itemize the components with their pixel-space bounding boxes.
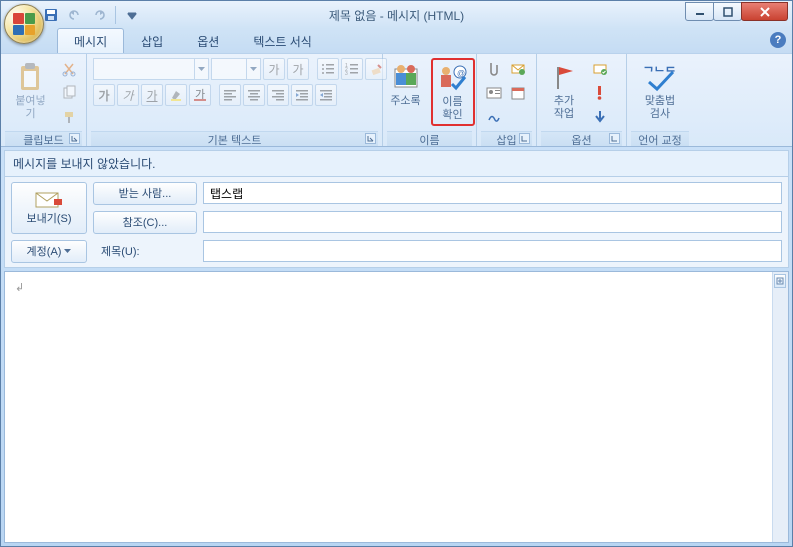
bold-button[interactable]: 가 <box>93 84 115 106</box>
message-window: 제목 없음 - 메시지 (HTML) 메시지 삽입 옵션 텍스트 서식 ? 붙여… <box>0 0 793 547</box>
group-basic-text: 가 가 123 가 가 가 가 <box>87 54 383 146</box>
tab-message[interactable]: 메시지 <box>57 28 124 53</box>
flag-icon <box>548 61 580 93</box>
group-label-include: 삽입 <box>481 131 532 146</box>
spelling-button[interactable]: ᄀᄂᄃ 맞춤법 검사 <box>639 58 681 124</box>
group-label-basic-text: 기본 텍스트 <box>91 131 378 146</box>
office-button[interactable] <box>4 4 44 44</box>
shrink-font-button[interactable]: 가 <box>287 58 309 80</box>
options-launcher[interactable] <box>609 133 620 144</box>
font-family-combo[interactable] <box>93 58 209 80</box>
group-clipboard: 붙여넣기 클립보드 <box>1 54 87 146</box>
subject-label: 제목(U): <box>93 243 197 259</box>
group-label-clipboard: 클립보드 <box>5 131 82 146</box>
basictext-launcher[interactable] <box>365 133 376 144</box>
close-button[interactable] <box>741 2 788 21</box>
message-header: 보내기(S) 받는 사람... 참조(C)... 계정(A) 제목(U): <box>4 177 789 268</box>
check-names-icon: @ <box>437 62 469 94</box>
titlebar: 제목 없음 - 메시지 (HTML) <box>1 1 792 29</box>
attach-file-button[interactable] <box>483 58 505 80</box>
check-names-button[interactable]: @ 이름 확인 <box>431 58 475 126</box>
underline-button[interactable]: 가 <box>141 84 163 106</box>
numbering-button[interactable]: 123 <box>341 58 363 80</box>
ribbon: 붙여넣기 클립보드 가 가 123 <box>1 53 792 147</box>
address-book-button[interactable]: 주소록 <box>385 58 427 111</box>
address-book-icon <box>390 61 422 93</box>
subject-field[interactable] <box>203 240 782 262</box>
spelling-icon: ᄀᄂᄃ <box>644 61 676 93</box>
align-right-button[interactable] <box>267 84 289 106</box>
align-center-button[interactable] <box>243 84 265 106</box>
ribbon-tabs: 메시지 삽입 옵션 텍스트 서식 ? <box>1 29 792 53</box>
align-left-button[interactable] <box>219 84 241 106</box>
qat-customize[interactable] <box>122 5 142 25</box>
svg-text:3: 3 <box>345 71 348 77</box>
group-label-proofing: 언어 교정 <box>631 131 689 146</box>
group-names: 주소록 @ 이름 확인 이름 <box>383 54 477 146</box>
tab-insert[interactable]: 삽입 <box>124 28 180 53</box>
low-importance-button[interactable] <box>589 106 611 128</box>
message-body[interactable]: ↲ <box>5 272 772 542</box>
grow-font-button[interactable]: 가 <box>263 58 285 80</box>
vertical-scrollbar[interactable] <box>772 272 788 542</box>
paste-button[interactable]: 붙여넣기 <box>7 58 54 124</box>
group-label-options: 옵션 <box>541 131 622 146</box>
include-launcher[interactable] <box>519 133 530 144</box>
minimize-button[interactable] <box>685 2 714 21</box>
tab-format[interactable]: 텍스트 서식 <box>236 28 329 53</box>
group-proofing: ᄀᄂᄃ 맞춤법 검사 언어 교정 <box>627 54 693 146</box>
send-icon <box>34 190 64 210</box>
to-field[interactable] <box>203 182 782 204</box>
quick-access-toolbar <box>41 5 142 25</box>
window-title: 제목 없음 - 메시지 (HTML) <box>329 7 464 24</box>
business-card-button[interactable] <box>483 82 505 104</box>
calendar-button[interactable] <box>507 82 529 104</box>
highlight-button[interactable] <box>165 84 187 106</box>
decrease-indent-button[interactable] <box>291 84 313 106</box>
attach-item-button[interactable] <box>507 58 529 80</box>
to-button[interactable]: 받는 사람... <box>93 182 197 205</box>
increase-indent-button[interactable] <box>315 84 337 106</box>
scroll-options-button[interactable] <box>774 274 786 288</box>
save-button[interactable] <box>41 5 61 25</box>
group-label-names: 이름 <box>387 131 472 146</box>
tab-options[interactable]: 옵션 <box>180 28 236 53</box>
clear-formatting-button[interactable] <box>365 58 387 80</box>
permission-button[interactable] <box>589 58 611 80</box>
bullets-button[interactable] <box>317 58 339 80</box>
high-importance-button[interactable] <box>589 82 611 104</box>
group-options: 추가 작업 옵션 <box>537 54 627 146</box>
maximize-button[interactable] <box>713 2 742 21</box>
clipboard-launcher[interactable] <box>69 133 80 144</box>
undo-button[interactable] <box>65 5 85 25</box>
help-button[interactable]: ? <box>770 32 786 48</box>
group-include: 삽입 <box>477 54 537 146</box>
copy-button[interactable] <box>58 82 80 104</box>
cut-button[interactable] <box>58 58 80 80</box>
cc-button[interactable]: 참조(C)... <box>93 211 197 234</box>
account-button[interactable]: 계정(A) <box>11 240 87 263</box>
signature-button[interactable] <box>483 106 505 128</box>
font-size-combo[interactable] <box>211 58 261 80</box>
info-bar: 메시지를 보내지 않았습니다. <box>4 150 789 177</box>
message-body-container: ↲ <box>4 271 789 543</box>
cc-field[interactable] <box>203 211 782 233</box>
send-button[interactable]: 보내기(S) <box>11 182 87 234</box>
format-painter-button[interactable] <box>58 106 80 128</box>
redo-button[interactable] <box>89 5 109 25</box>
font-color-button[interactable]: 가 <box>189 84 211 106</box>
paste-icon <box>15 61 47 93</box>
italic-button[interactable]: 가 <box>117 84 139 106</box>
window-controls <box>686 2 788 21</box>
follow-up-button[interactable]: 추가 작업 <box>543 58 585 124</box>
